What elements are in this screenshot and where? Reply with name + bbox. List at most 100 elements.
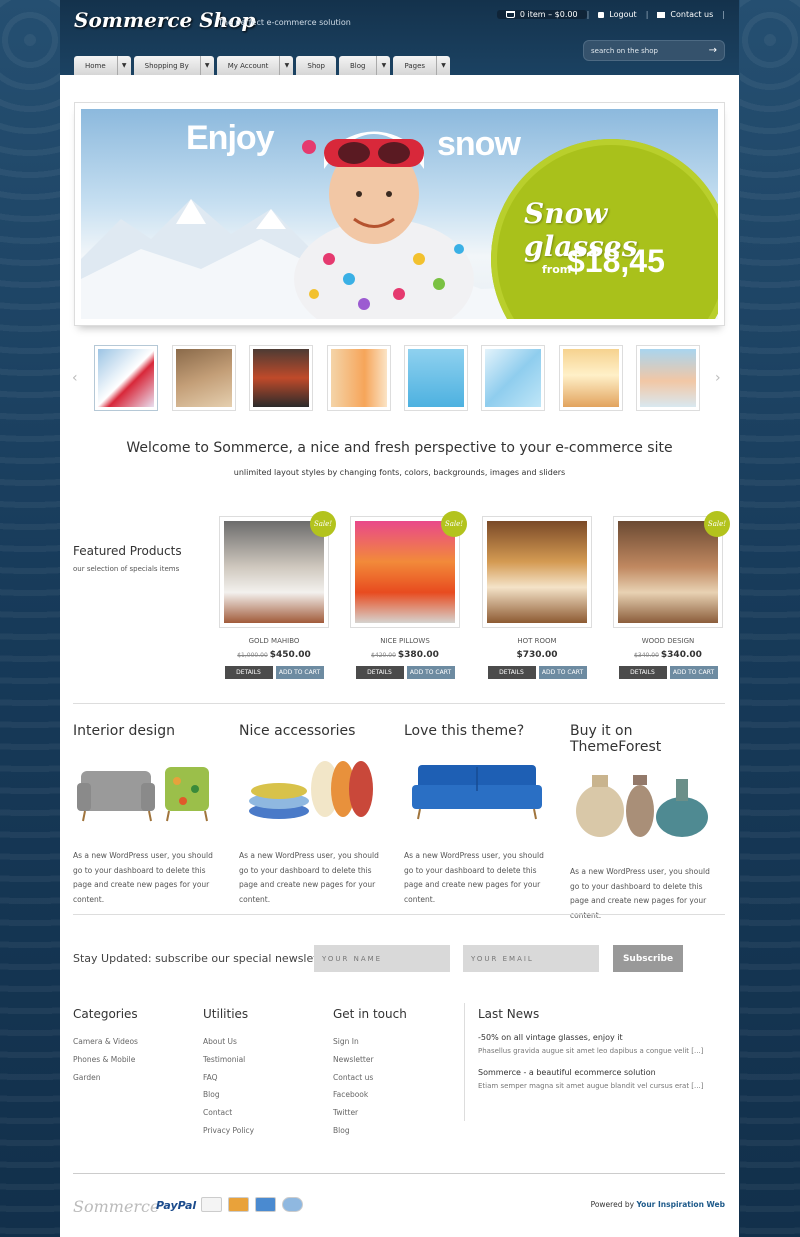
feature-title: Interior design [73, 723, 175, 739]
sale-badge: Sale! [441, 511, 467, 537]
nav-my-account[interactable]: My Account ▼ [216, 56, 294, 75]
nav-home[interactable]: Home ▼ [74, 56, 131, 75]
footer-link[interactable]: Privacy Policy [203, 1122, 254, 1140]
thumbnail-4[interactable] [327, 345, 391, 411]
footer-link[interactable]: FAQ [203, 1069, 254, 1087]
product-image-frame[interactable]: Sale! [350, 511, 467, 628]
thumbnail-7[interactable] [559, 345, 623, 411]
chevron-down-icon[interactable]: ▼ [116, 56, 131, 75]
details-button[interactable]: DETAILS [487, 666, 536, 679]
chevron-down-icon[interactable]: ▼ [199, 56, 214, 75]
main-nav: Home ▼ Shopping By ▼ My Account ▼ Shop B… [74, 56, 451, 75]
nav-label: Shopping By [144, 61, 189, 70]
footer-link[interactable]: Camera & Videos [73, 1033, 138, 1051]
hero-slider[interactable]: Enjoy snow Snow glasses from $18,45 [74, 102, 725, 326]
price: $450.00 [269, 650, 311, 660]
footer-link[interactable]: Twitter [333, 1104, 407, 1122]
nav-blog[interactable]: Blog ▼ [339, 56, 391, 75]
news-title[interactable]: -50% on all vintage glasses, enjoy it [478, 1033, 728, 1042]
footer-link[interactable]: Newsletter [333, 1051, 407, 1069]
footer-link[interactable]: Contact [203, 1104, 254, 1122]
cart-summary: 0 item – $0.00 [519, 10, 578, 19]
welcome-title: Welcome to Sommerce, a nice and fresh pe… [126, 440, 673, 456]
footer-categories: Categories Camera & Videos Phones & Mobi… [73, 1007, 138, 1086]
product-prices: $420.00 $380.00 [350, 650, 460, 660]
nav-pages[interactable]: Pages ▼ [393, 56, 451, 75]
product-card: Sale! WOOD DESIGN $340.00 $340.00 DETAILS… [613, 511, 730, 679]
footer-get-in-touch: Get in touch Sign In Newsletter Contact … [333, 1007, 407, 1140]
product-name[interactable]: HOT ROOM [482, 637, 592, 645]
product-actions: DETAILS ADD TO CART [219, 666, 329, 679]
sale-badge: Sale! [704, 511, 730, 537]
chevron-right-icon[interactable]: › [715, 370, 721, 386]
thumbnail-5[interactable] [404, 345, 468, 411]
chevron-down-icon[interactable]: ▼ [436, 56, 450, 75]
logout-link[interactable]: Logout [589, 10, 645, 19]
product-card: HOT ROOM $730.00 DETAILS ADD TO CART [482, 516, 592, 679]
feature-title: Nice accessories [239, 723, 356, 739]
feature-text: As a new WordPress user, you should go t… [73, 851, 213, 904]
product-name[interactable]: GOLD MAHIBO [219, 637, 329, 645]
feature-love-this-theme: Love this theme? As a new WordPress user… [404, 723, 554, 907]
nav-label: Home [85, 61, 106, 70]
chevron-down-icon[interactable]: ▼ [279, 56, 293, 75]
footer-utilities: Utilities About Us Testimonial FAQ Blog … [203, 1007, 254, 1140]
thumbnail-6[interactable] [481, 345, 545, 411]
news-title[interactable]: Sommerce - a beautiful ecommerce solutio… [478, 1068, 728, 1077]
footer-column-title: Utilities [203, 1007, 249, 1021]
arrow-right-icon[interactable]: → [709, 45, 717, 56]
newsletter-name-input[interactable] [314, 945, 450, 972]
footer-link[interactable]: Facebook [333, 1086, 407, 1104]
thumbnail-3[interactable] [249, 345, 313, 411]
sofa-image [412, 765, 542, 820]
thumbnail-2[interactable] [172, 345, 236, 411]
site-header: Sommerce Shop The perfect e-commerce sol… [60, 0, 739, 75]
product-image-frame[interactable]: Sale! [613, 511, 730, 628]
footer-column-title: Get in touch [333, 1007, 407, 1021]
newsletter-email-input[interactable] [463, 945, 599, 972]
details-button[interactable]: DETAILS [224, 666, 273, 679]
details-button[interactable]: DETAILS [618, 666, 667, 679]
product-image [618, 521, 718, 623]
thumbnail-1[interactable] [94, 345, 158, 411]
nav-label: Blog [350, 61, 366, 70]
product-name[interactable]: WOOD DESIGN [613, 637, 723, 645]
subscribe-button[interactable]: Subscribe [613, 945, 683, 972]
footer-logo: Sommerce [73, 1197, 160, 1216]
footer-link[interactable]: Blog [203, 1086, 254, 1104]
add-to-cart-button[interactable]: ADD TO CART [538, 666, 587, 679]
footer-link[interactable]: Contact us [333, 1069, 407, 1087]
footer-column-title: Categories [73, 1007, 138, 1021]
chevron-down-icon[interactable]: ▼ [376, 56, 390, 75]
top-links: 0 item – $0.00 | Logout | Contact us | [496, 10, 725, 19]
footer-link[interactable]: Testimonial [203, 1051, 254, 1069]
footer-link[interactable]: Sign In [333, 1033, 407, 1051]
feature-title: Love this theme? [404, 723, 525, 739]
hero-slide: Enjoy snow Snow glasses from $18,45 [81, 109, 718, 319]
featured-title: Featured Products [73, 544, 182, 558]
powered-link[interactable]: Your Inspiration Web [636, 1200, 725, 1209]
thumbnail-8[interactable] [636, 345, 700, 411]
visa-card-icon [201, 1197, 222, 1212]
nav-shopping-by[interactable]: Shopping By ▼ [133, 56, 214, 75]
logout-label: Logout [609, 10, 637, 19]
nav-shop[interactable]: Shop [296, 56, 336, 75]
product-image-frame[interactable] [482, 516, 592, 628]
chevron-left-icon[interactable]: ‹ [72, 370, 78, 386]
search-input[interactable] [591, 46, 701, 55]
add-to-cart-button[interactable]: ADD TO CART [406, 666, 455, 679]
footer-link[interactable]: Phones & Mobile [73, 1051, 138, 1069]
product-card: Sale! NICE PILLOWS $420.00 $380.00 DETAIL… [350, 511, 467, 679]
product-image-frame[interactable]: Sale! [219, 511, 336, 628]
product-name[interactable]: NICE PILLOWS [350, 637, 460, 645]
footer-link[interactable]: About Us [203, 1033, 254, 1051]
add-to-cart-button[interactable]: ADD TO CART [275, 666, 324, 679]
mastercard-card-icon [228, 1197, 249, 1212]
cart-link[interactable]: 0 item – $0.00 [496, 10, 587, 19]
footer-link[interactable]: Blog [333, 1122, 407, 1140]
details-button[interactable]: DETAILS [355, 666, 404, 679]
contact-link[interactable]: Contact us [648, 10, 722, 19]
footer-link[interactable]: Garden [73, 1069, 138, 1087]
add-to-cart-button[interactable]: ADD TO CART [669, 666, 718, 679]
old-price: $420.00 [371, 652, 396, 659]
